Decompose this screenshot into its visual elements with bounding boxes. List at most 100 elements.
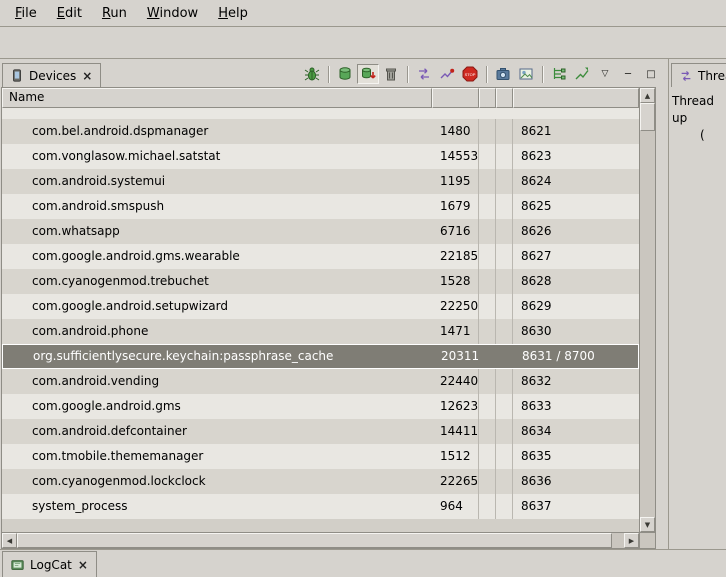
column-header-empty-1[interactable] (479, 88, 496, 108)
menu-window[interactable]: Window (138, 2, 207, 25)
scroll-down-button[interactable]: ▼ (640, 517, 655, 532)
minimize-button[interactable]: ─ (617, 64, 639, 84)
device-table-rows: com.bel.android.dspmanager 1480 8621 com… (2, 108, 639, 532)
close-icon[interactable]: × (81, 71, 93, 81)
trace-icon (574, 66, 590, 82)
table-row-partial (2, 108, 639, 119)
table-row[interactable]: com.tmobile.thememanager 1512 8635 (2, 444, 639, 469)
close-icon[interactable]: × (77, 560, 89, 570)
table-row[interactable]: com.android.phone 1471 8630 (2, 319, 639, 344)
dump-hprof-button[interactable] (357, 64, 379, 84)
vertical-scrollbar[interactable]: ▲ ▼ (639, 88, 655, 532)
scroll-up-button[interactable]: ▲ (640, 88, 655, 103)
cell-name: com.google.android.gms.wearable (2, 244, 432, 269)
cell-port: 8621 (513, 119, 639, 144)
cell-pid: 1471 (432, 319, 479, 344)
table-row[interactable]: system_process 964 8637 (2, 494, 639, 519)
cause-gc-button[interactable] (380, 64, 402, 84)
method-profiling-button[interactable] (436, 64, 458, 84)
cell-name: com.vonglasow.michael.satstat (2, 144, 432, 169)
maximize-button[interactable]: □ (640, 64, 662, 84)
horizontal-scroll-trough[interactable] (17, 533, 624, 548)
vertical-scroll-thumb[interactable] (640, 103, 655, 131)
debug-button[interactable] (301, 64, 323, 84)
stop-process-button[interactable]: STOP (459, 64, 481, 84)
update-heap-button[interactable] (334, 64, 356, 84)
tab-threads[interactable]: Threads × (671, 63, 726, 87)
cell-port: 8629 (513, 294, 639, 319)
scroll-right-button[interactable]: ▶ (624, 533, 639, 548)
column-header-pid[interactable] (432, 88, 479, 108)
table-row[interactable]: com.android.vending 22440 8632 (2, 369, 639, 394)
menu-run[interactable]: Run (93, 2, 136, 25)
camera-icon (495, 66, 511, 82)
cell-empty-1 (479, 219, 496, 244)
update-threads-button[interactable] (413, 64, 435, 84)
table-row[interactable]: com.cyanogenmod.trebuchet 1528 8628 (2, 269, 639, 294)
cell-empty-2 (496, 219, 513, 244)
view-menu-button[interactable]: ▽ (594, 64, 616, 84)
cell-empty-2 (496, 119, 513, 144)
vertical-scroll-trough[interactable] (640, 103, 655, 517)
minimize-icon: ─ (625, 69, 631, 80)
cell-empty-2 (496, 469, 513, 494)
table-row[interactable]: com.bel.android.dspmanager 1480 8621 (2, 119, 639, 144)
trace-view-button[interactable] (571, 64, 593, 84)
column-header-port[interactable] (513, 88, 639, 108)
logcat-icon (10, 558, 25, 572)
table-row[interactable]: com.whatsapp 6716 8626 (2, 219, 639, 244)
tree-view-button[interactable] (548, 64, 570, 84)
cell-name: com.bel.android.dspmanager (2, 119, 432, 144)
scroll-right-icon: ▶ (629, 537, 634, 545)
cell-empty-2 (496, 394, 513, 419)
main-area: Devices × (0, 59, 726, 549)
table-row[interactable]: com.android.systemui 1195 8624 (2, 169, 639, 194)
menu-edit[interactable]: Edit (48, 2, 91, 25)
cell-port: 8627 (513, 244, 639, 269)
cell-name: com.google.android.gms (2, 394, 432, 419)
cell-empty-1 (479, 119, 496, 144)
devices-toolbar: STOP (301, 64, 662, 87)
tab-devices[interactable]: Devices × (2, 63, 101, 87)
table-row[interactable]: com.google.android.setupwizard 22250 862… (2, 294, 639, 319)
cell-pid: 964 (432, 494, 479, 519)
cell-pid: 1195 (432, 169, 479, 194)
menu-file[interactable]: File (6, 2, 46, 25)
devices-panel-header: Devices × (0, 59, 664, 87)
table-row[interactable]: com.cyanogenmod.lockclock 22265 8636 (2, 469, 639, 494)
cell-port: 8633 (513, 394, 639, 419)
cell-port: 8635 (513, 444, 639, 469)
cell-empty-1 (479, 444, 496, 469)
table-row[interactable]: com.vonglasow.michael.satstat 14553 8623 (2, 144, 639, 169)
screen-capture-button[interactable] (492, 64, 514, 84)
table-row[interactable]: com.google.android.gms.wearable 22185 86… (2, 244, 639, 269)
scroll-down-icon: ▼ (645, 521, 650, 529)
tab-logcat[interactable]: LogCat × (2, 551, 97, 577)
column-header-name[interactable]: Name (2, 88, 432, 108)
report-button[interactable] (515, 64, 537, 84)
cell-empty-2 (497, 345, 514, 368)
cell-empty-1 (479, 194, 496, 219)
cell-port: 8630 (513, 319, 639, 344)
cell-empty-1 (479, 394, 496, 419)
cell-empty-1 (479, 469, 496, 494)
horizontal-scroll-thumb[interactable] (17, 533, 612, 548)
cell-name: com.cyanogenmod.lockclock (2, 469, 432, 494)
cell-empty-1 (479, 319, 496, 344)
cell-pid: 22250 (432, 294, 479, 319)
cell-pid: 22440 (432, 369, 479, 394)
tree-icon (551, 66, 567, 82)
cell-empty-2 (496, 294, 513, 319)
menu-help[interactable]: Help (209, 2, 257, 25)
horizontal-scrollbar[interactable]: ◀ ▶ (2, 533, 639, 548)
table-row[interactable]: com.google.android.gms 12623 8633 (2, 394, 639, 419)
table-row[interactable]: com.android.smspush 1679 8625 (2, 194, 639, 219)
table-row[interactable]: org.sufficientlysecure.keychain:passphra… (2, 344, 639, 369)
column-header-empty-2[interactable] (496, 88, 513, 108)
stop-icon: STOP (462, 66, 478, 82)
threads-icon (416, 66, 432, 82)
table-row[interactable]: com.android.defcontainer 14411 8634 (2, 419, 639, 444)
cell-pid: 1480 (432, 119, 479, 144)
cell-name: com.android.phone (2, 319, 432, 344)
scroll-left-button[interactable]: ◀ (2, 533, 17, 548)
